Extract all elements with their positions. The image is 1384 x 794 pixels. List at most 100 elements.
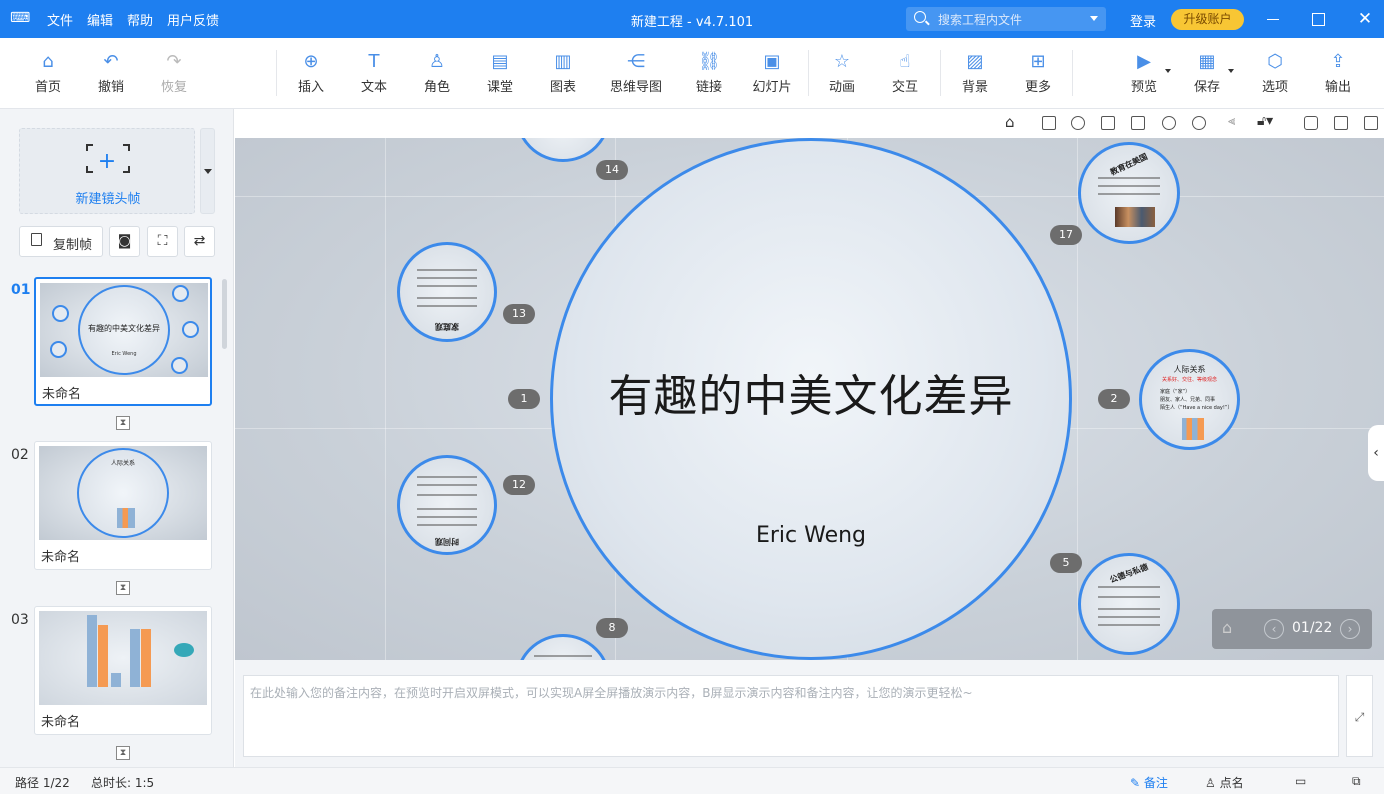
new-frame-dropdown[interactable] [200, 128, 215, 214]
rotate-left-icon[interactable] [1042, 116, 1056, 130]
topic-circle-12[interactable]: 时间观 [397, 455, 497, 555]
camera-icon[interactable]: ◙ [109, 226, 140, 257]
classroom-button[interactable]: ▤ 课堂 [470, 48, 530, 100]
interaction-button[interactable]: ☝ 交互 [875, 48, 935, 100]
rollcall-button[interactable]: ♙ 点名 [1205, 774, 1244, 791]
slide-name[interactable]: 未命名 [41, 711, 80, 730]
transition-icon[interactable]: ⧗ [116, 416, 130, 430]
menu-feedback[interactable]: 用户反馈 [160, 10, 226, 29]
switch-icon[interactable]: ⇄ [184, 226, 215, 257]
crop-frame-icon[interactable]: ⛶ [147, 226, 178, 257]
maximize-icon[interactable] [1308, 9, 1328, 29]
topic-circle-14[interactable] [515, 138, 611, 162]
slide-thumbnail-1[interactable]: 有趣的中美文化差异 Eric Weng 未命名 [34, 277, 212, 406]
paste-icon[interactable] [1131, 116, 1145, 130]
home-view-icon[interactable]: ⌂ [1005, 113, 1015, 131]
transition-icon[interactable]: ⧗ [116, 581, 130, 595]
notes-toggle[interactable]: ✎ 备注 [1130, 774, 1168, 791]
presentation-author[interactable]: Eric Weng [550, 523, 1072, 548]
lock-icon[interactable]: 🔓︎▾ [1257, 113, 1273, 129]
align-icon[interactable]: ⫷ [1228, 114, 1235, 129]
search-input[interactable]: 搜索工程内文件 [906, 7, 1106, 31]
background-button[interactable]: ▨ 背景 [945, 48, 1005, 100]
slide-thumbnail-2[interactable]: 人际关系 未命名 [34, 441, 212, 570]
chart-label: 图表 [549, 80, 576, 95]
preview-dropdown-icon[interactable] [1165, 69, 1171, 73]
upgrade-button[interactable]: 升级账户 [1171, 9, 1244, 30]
options-label: 选项 [1261, 80, 1288, 95]
path-badge-2[interactable]: 2 [1098, 389, 1130, 409]
plus-circle-icon: ⊕ [303, 51, 319, 72]
preview-label: 预览 [1130, 80, 1157, 95]
presentation-title[interactable]: 有趣的中美文化差异 [550, 360, 1072, 424]
home-button[interactable]: ⌂ 首页 [18, 48, 78, 100]
minimize-icon[interactable] [1263, 9, 1283, 29]
chevron-down-icon[interactable] [1090, 16, 1098, 21]
collapse-right-panel-icon[interactable]: ‹ [1368, 425, 1384, 481]
next-slide-icon[interactable]: › [1340, 619, 1360, 639]
save-button[interactable]: ▦ 保存 [1177, 48, 1237, 100]
app-logo-icon: ⌨ [10, 10, 31, 26]
slides-scrollbar[interactable] [222, 279, 227, 349]
text-line [416, 508, 478, 510]
path-badge-17[interactable]: 17 [1050, 225, 1082, 245]
options-button[interactable]: ⬡ 选项 [1245, 48, 1305, 100]
slide-name[interactable]: 未命名 [42, 383, 81, 402]
path-badge-8[interactable]: 8 [596, 618, 628, 638]
insert-button[interactable]: ⊕ 插入 [281, 48, 341, 100]
link-button[interactable]: ⛓ 链接 [679, 48, 739, 100]
close-icon[interactable]: ✕ [1355, 9, 1375, 29]
login-button[interactable]: 登录 [1130, 11, 1156, 30]
menu-file[interactable]: 文件 [40, 10, 80, 29]
preview-button[interactable]: ▶ 预览 [1114, 48, 1174, 100]
copy-frame-button[interactable]: 复制帧 [19, 226, 103, 257]
undo-button[interactable]: ↶ 撤销 [81, 48, 141, 100]
path-badge-12[interactable]: 12 [503, 475, 535, 495]
mindmap-button[interactable]: ⋲ 思维导图 [606, 48, 666, 100]
topic-circle-17[interactable]: 教育在美国 [1078, 142, 1180, 244]
text-line [416, 305, 478, 307]
previous-slide-icon[interactable]: ‹ [1264, 619, 1284, 639]
copy-icon [31, 233, 42, 246]
role-button[interactable]: ♙ 角色 [407, 48, 467, 100]
editor-canvas[interactable]: 有趣的中美文化差异 Eric Weng 14 教育在美国 17 家庭观 13 1… [235, 138, 1384, 660]
rotate-right-icon[interactable] [1071, 116, 1085, 130]
edit-icon[interactable] [1334, 116, 1348, 130]
toolbar-divider [1072, 50, 1073, 96]
export-icon: ⇪ [1330, 51, 1346, 72]
slide-thumbnail-3[interactable]: 未命名 [34, 606, 212, 735]
menu-edit[interactable]: 编辑 [80, 10, 120, 29]
redo-button[interactable]: ↷ 恢复 [144, 48, 204, 100]
settings-icon[interactable] [1364, 116, 1378, 130]
copy-icon[interactable] [1101, 116, 1115, 130]
topic-circle-13[interactable]: 家庭观 [397, 242, 497, 342]
save-dropdown-icon[interactable] [1228, 69, 1234, 73]
animation-button[interactable]: ☆ 动画 [812, 48, 872, 100]
person-icon: ♙ [1205, 776, 1216, 790]
menu-help[interactable]: 帮助 [120, 10, 160, 29]
text-button[interactable]: T 文本 [344, 48, 404, 100]
thumb-bar [111, 673, 121, 687]
topic-circle-8[interactable] [515, 634, 611, 660]
zoom-in-icon[interactable] [1162, 116, 1176, 130]
more-button[interactable]: ⊞ 更多 [1008, 48, 1068, 100]
topic-circle-5[interactable]: 公德与私德 [1078, 553, 1180, 655]
expand-icon[interactable]: ⤢ [1346, 675, 1373, 757]
export-button[interactable]: ⇪ 输出 [1308, 48, 1368, 100]
new-frame-button[interactable]: + 新建镜头帧 [19, 128, 195, 214]
thumbnail-preview [39, 611, 207, 705]
transition-icon[interactable]: ⧗ [116, 746, 130, 760]
chart-button[interactable]: ▥ 图表 [533, 48, 593, 100]
path-badge-14[interactable]: 14 [596, 160, 628, 180]
screenshot-icon[interactable] [1304, 116, 1318, 130]
presenter-icon[interactable]: ▭ [1295, 774, 1306, 788]
window-icon[interactable]: ⧉ [1352, 774, 1361, 789]
path-badge-1[interactable]: 1 [508, 389, 540, 409]
path-badge-13[interactable]: 13 [503, 304, 535, 324]
topic-circle-2[interactable]: 人际关系 关系好、交往、等级观念 家庭（“家”） 朋友、家人、兄弟、同事 陌生人… [1139, 349, 1240, 450]
slide-button[interactable]: ▣ 幻灯片 [742, 48, 802, 100]
path-badge-5[interactable]: 5 [1050, 553, 1082, 573]
zoom-out-icon[interactable] [1192, 116, 1206, 130]
home-icon[interactable]: ⌂ [1222, 619, 1240, 637]
slide-name[interactable]: 未命名 [41, 546, 80, 565]
